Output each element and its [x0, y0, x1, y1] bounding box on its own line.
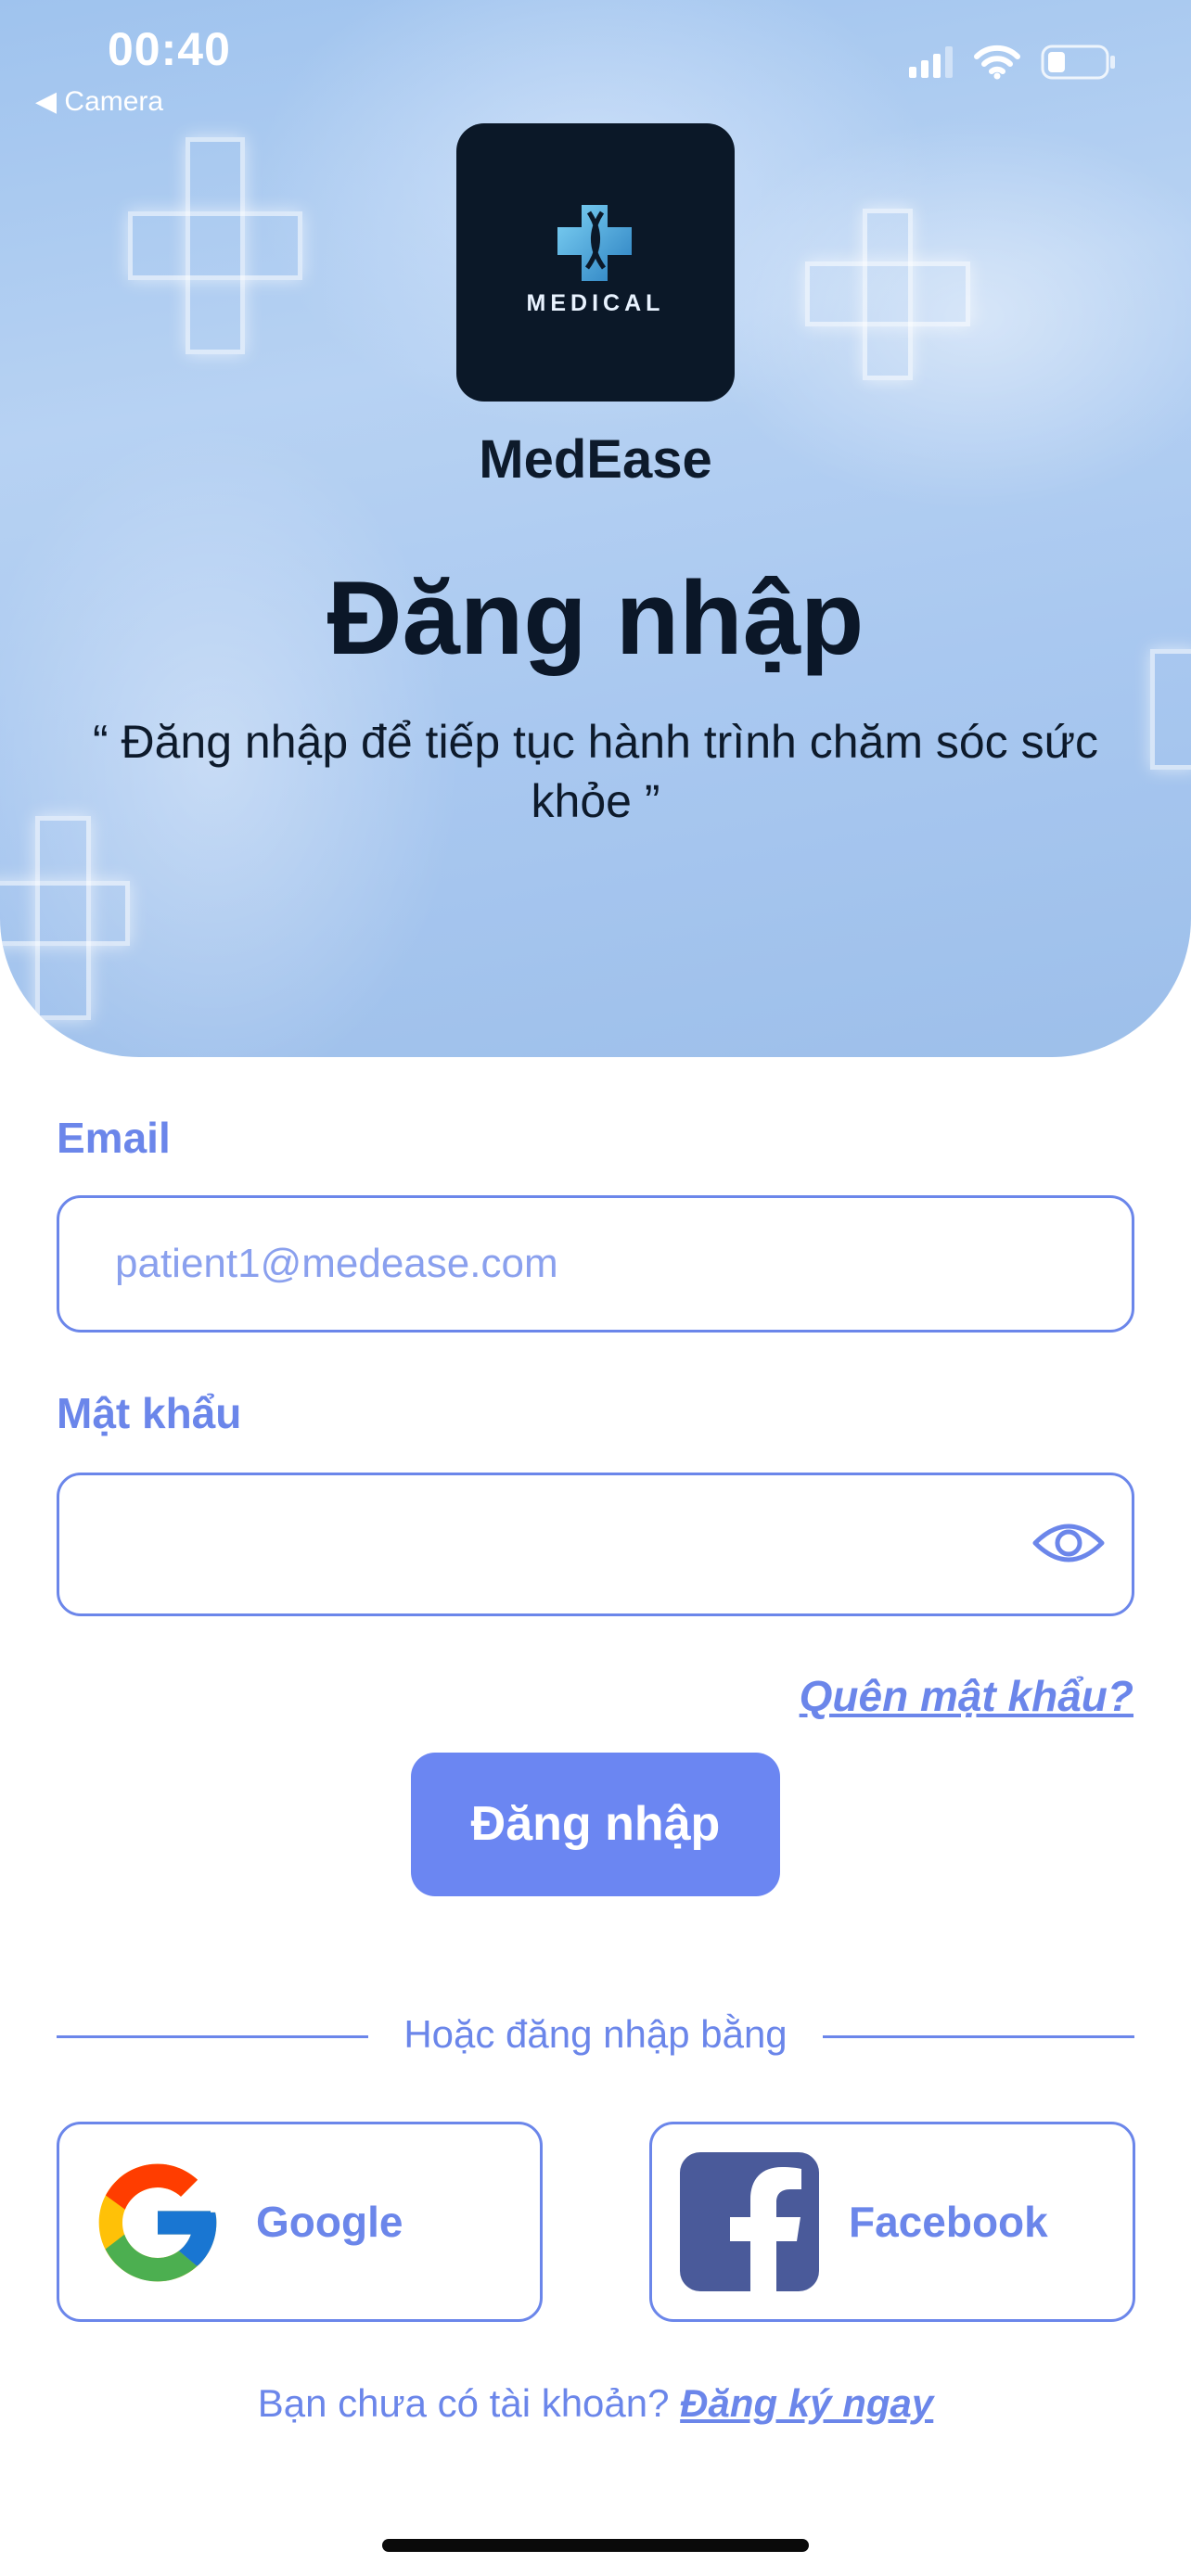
no-account-text: Bạn chưa có tài khoản? [257, 2381, 670, 2425]
cellular-signal-icon [909, 46, 953, 78]
password-field[interactable] [57, 1473, 1134, 1616]
hero-banner: 00:40 ◀ Camera MEDICAL MedEase Đăng nhập… [0, 0, 1191, 1057]
login-button[interactable]: Đăng nhập [411, 1753, 780, 1896]
wifi-icon [974, 45, 1020, 80]
divider-right [823, 2035, 1134, 2038]
signup-link[interactable]: Đăng ký ngay [680, 2381, 933, 2425]
divider-text: Hoặc đăng nhập bằng [403, 2012, 788, 2056]
google-label: Google [256, 2198, 403, 2246]
back-to-app-link[interactable]: ◀ Camera [35, 85, 163, 118]
app-name: MedEase [479, 429, 712, 490]
google-logo-icon [98, 2163, 217, 2282]
forgot-password-link[interactable]: Quên mật khẩu? [800, 1671, 1133, 1721]
facebook-label: Facebook [849, 2198, 1048, 2246]
facebook-logo-icon [680, 2152, 819, 2291]
password-label: Mật khẩu [57, 1389, 242, 1437]
battery-icon [1041, 45, 1115, 80]
google-login-button[interactable]: Google [57, 2122, 543, 2322]
eye-icon[interactable] [1031, 1515, 1106, 1571]
signup-prompt: Bạn chưa có tài khoản? Đăng ký ngay [0, 2381, 1191, 2426]
status-icons [909, 45, 1117, 80]
email-field[interactable] [57, 1195, 1134, 1333]
login-screen: 00:40 ◀ Camera MEDICAL MedEase Đăng nhập… [0, 0, 1191, 2576]
app-logo: MEDICAL [456, 123, 735, 402]
page-subtitle: “ Đăng nhập để tiếp tục hành trình chăm … [92, 716, 1099, 827]
medical-cross-icon [557, 205, 632, 281]
facebook-login-button[interactable]: Facebook [649, 2122, 1135, 2322]
home-indicator[interactable] [382, 2539, 809, 2552]
page-title: Đăng nhập [327, 560, 864, 676]
status-time: 00:40 [108, 23, 231, 75]
email-label: Email [57, 1114, 171, 1162]
logo-text: MEDICAL [526, 290, 665, 316]
